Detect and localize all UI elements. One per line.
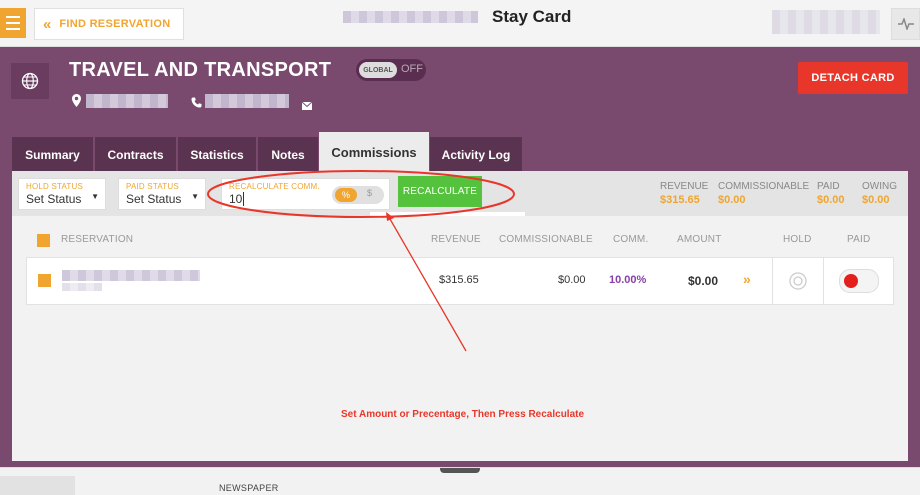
- top-bar: « FIND RESERVATION Stay Card: [0, 0, 920, 47]
- pulse-icon: [897, 18, 914, 30]
- bottom-left-tab[interactable]: [0, 476, 75, 495]
- drawer-handle[interactable]: [440, 468, 480, 473]
- page-title: Stay Card: [492, 7, 572, 26]
- redacted-user-info: [772, 10, 880, 34]
- stay-card-main: TRAVEL AND TRANSPORT GLOBAL OFF DETACH C…: [0, 47, 920, 467]
- newspaper-label: NEWSPAPER: [219, 483, 279, 493]
- redacted-hotel-name: [343, 11, 478, 23]
- activity-button[interactable]: [891, 8, 920, 40]
- bottom-bar: NEWSPAPER: [0, 467, 920, 495]
- menu-icon-line: [6, 22, 20, 24]
- menu-button[interactable]: [0, 8, 26, 38]
- annotation-overlay: [207, 170, 515, 352]
- menu-icon-line: [6, 16, 20, 18]
- double-chevron-left-icon: «: [43, 15, 52, 33]
- menu-icon-line: [6, 28, 20, 30]
- find-reservation-button[interactable]: « FIND RESERVATION: [34, 8, 184, 40]
- find-reservation-label: FIND RESERVATION: [59, 18, 171, 30]
- annotation-text: Set Amount or Precentage, Then Press Rec…: [341, 409, 585, 420]
